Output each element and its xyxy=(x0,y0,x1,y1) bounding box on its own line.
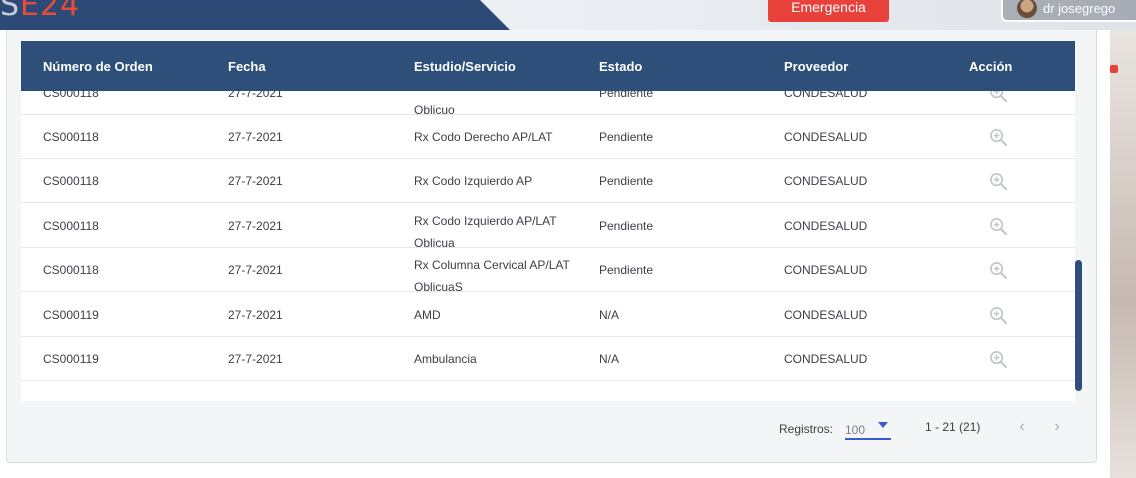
cell-order-number: CS000118 xyxy=(43,130,99,144)
column-action: Acción xyxy=(969,59,1013,74)
column-date[interactable]: Fecha xyxy=(228,59,266,74)
cell-date: 27-7-2021 xyxy=(228,130,283,144)
cell-study-line: Rx Columna Cervical AP/LAT xyxy=(414,258,570,272)
orders-table: Número de Orden Fecha Estudio/Servicio E… xyxy=(21,41,1075,401)
column-status[interactable]: Estado xyxy=(599,59,642,74)
cell-date: 27-7-2021 xyxy=(228,219,283,233)
cell-provider: CONDESALUD xyxy=(784,263,868,277)
table-row: CS000118 27-7-2021 Rx Codo Derecho AP/LAT P… xyxy=(21,115,1075,159)
cell-provider: CONDESALUD xyxy=(784,308,868,322)
pagination-range: 1 - 21 (21) xyxy=(925,420,981,434)
cell-study: Rx Codo Izquierdo AP xyxy=(414,174,532,196)
records-label: Registros: xyxy=(779,422,834,436)
cell-date: 27-7-2021 xyxy=(228,308,283,322)
cell-order-number: CS000119 xyxy=(43,352,99,366)
page-size-value: 100 xyxy=(845,423,866,437)
zoom-in-icon[interactable] xyxy=(989,261,1008,280)
zoom-in-icon[interactable] xyxy=(989,128,1008,147)
column-order-number[interactable]: Número de Orden xyxy=(43,59,153,74)
caret-down-icon xyxy=(878,422,888,428)
table-row: CS000119 27-7-2021 AMD N/A CONDESALUD xyxy=(21,293,1075,337)
cell-provider: CONDESALUD xyxy=(784,130,868,144)
user-menu[interactable]: dr josegrego xyxy=(1001,0,1136,22)
cell-study-line: Rx Codo Izquierdo AP xyxy=(414,174,533,188)
chevron-right-icon[interactable]: › xyxy=(1047,417,1067,437)
cell-study: Rx Codo Derecho AP/LAT xyxy=(414,130,553,152)
cell-status: N/A xyxy=(599,352,620,366)
cell-study: Rx Columna Cervical AP/LAT OblicuaS xyxy=(414,254,570,298)
cell-status: Pendiente xyxy=(599,130,654,144)
table-row: CS000119 27-7-2021 Ambulancia N/A CONDESALUD xyxy=(21,337,1075,381)
cell-provider: CONDESALUD xyxy=(784,174,868,188)
avatar xyxy=(1017,0,1037,18)
table-row xyxy=(21,381,1075,401)
cell-status: Pendiente xyxy=(599,174,654,188)
cell-status: N/A xyxy=(599,308,620,322)
table-scrollbar-thumb[interactable] xyxy=(1075,260,1082,391)
zoom-in-icon[interactable] xyxy=(989,306,1008,325)
cell-status: Pendiente xyxy=(599,219,654,233)
table-row: CS000118 27-7-2021 Rx Columna Cervical AP/… xyxy=(21,248,1075,294)
column-study[interactable]: Estudio/Servicio xyxy=(414,59,516,74)
chevron-left-icon[interactable]: ‹ xyxy=(1012,417,1032,437)
cell-study-line: Rx Codo Izquierdo AP/LAT xyxy=(414,214,557,228)
cell-order-number: CS000119 xyxy=(43,308,99,322)
table-row: CS000118 27-7-2021 Rx Codo Izquierdo AP Pen… xyxy=(21,159,1075,203)
cell-order-number: CS000118 xyxy=(43,219,99,233)
cell-study: Ambulancia xyxy=(414,352,477,374)
user-name: dr josegrego xyxy=(1043,0,1116,16)
cell-provider: CONDESALUD xyxy=(784,352,868,366)
cell-order-number: CS000118 xyxy=(43,263,99,277)
zoom-in-icon[interactable] xyxy=(989,172,1008,191)
table-row: CS000118 27-7-2021 Rx Codo Izquierdo AP/LA… xyxy=(21,204,1075,250)
background-photo xyxy=(1110,30,1136,478)
top-banner: SE24 xyxy=(0,0,1136,30)
app-logo[interactable]: SE24 xyxy=(0,0,80,23)
table-header: Número de Orden Fecha Estudio/Servicio E… xyxy=(21,41,1075,91)
emergency-button[interactable]: Emergencia xyxy=(768,0,889,22)
page-size-select[interactable]: 100 xyxy=(845,418,891,440)
cell-date: 27-7-2021 xyxy=(228,352,283,366)
cell-order-number: CS000118 xyxy=(43,174,99,188)
cell-study-line: Ambulancia xyxy=(414,352,477,366)
zoom-in-icon[interactable] xyxy=(989,350,1008,369)
cell-provider: CONDESALUD xyxy=(784,219,868,233)
cell-status: Pendiente xyxy=(599,263,654,277)
cell-date: 27-7-2021 xyxy=(228,263,283,277)
cell-study-line: Rx Codo Derecho AP/LAT xyxy=(414,130,553,144)
zoom-in-icon[interactable] xyxy=(989,217,1008,236)
column-provider[interactable]: Proveedor xyxy=(784,59,848,74)
cell-study-line: AMD xyxy=(414,308,441,322)
cell-date: 27-7-2021 xyxy=(228,174,283,188)
cell-study: AMD xyxy=(414,308,441,330)
